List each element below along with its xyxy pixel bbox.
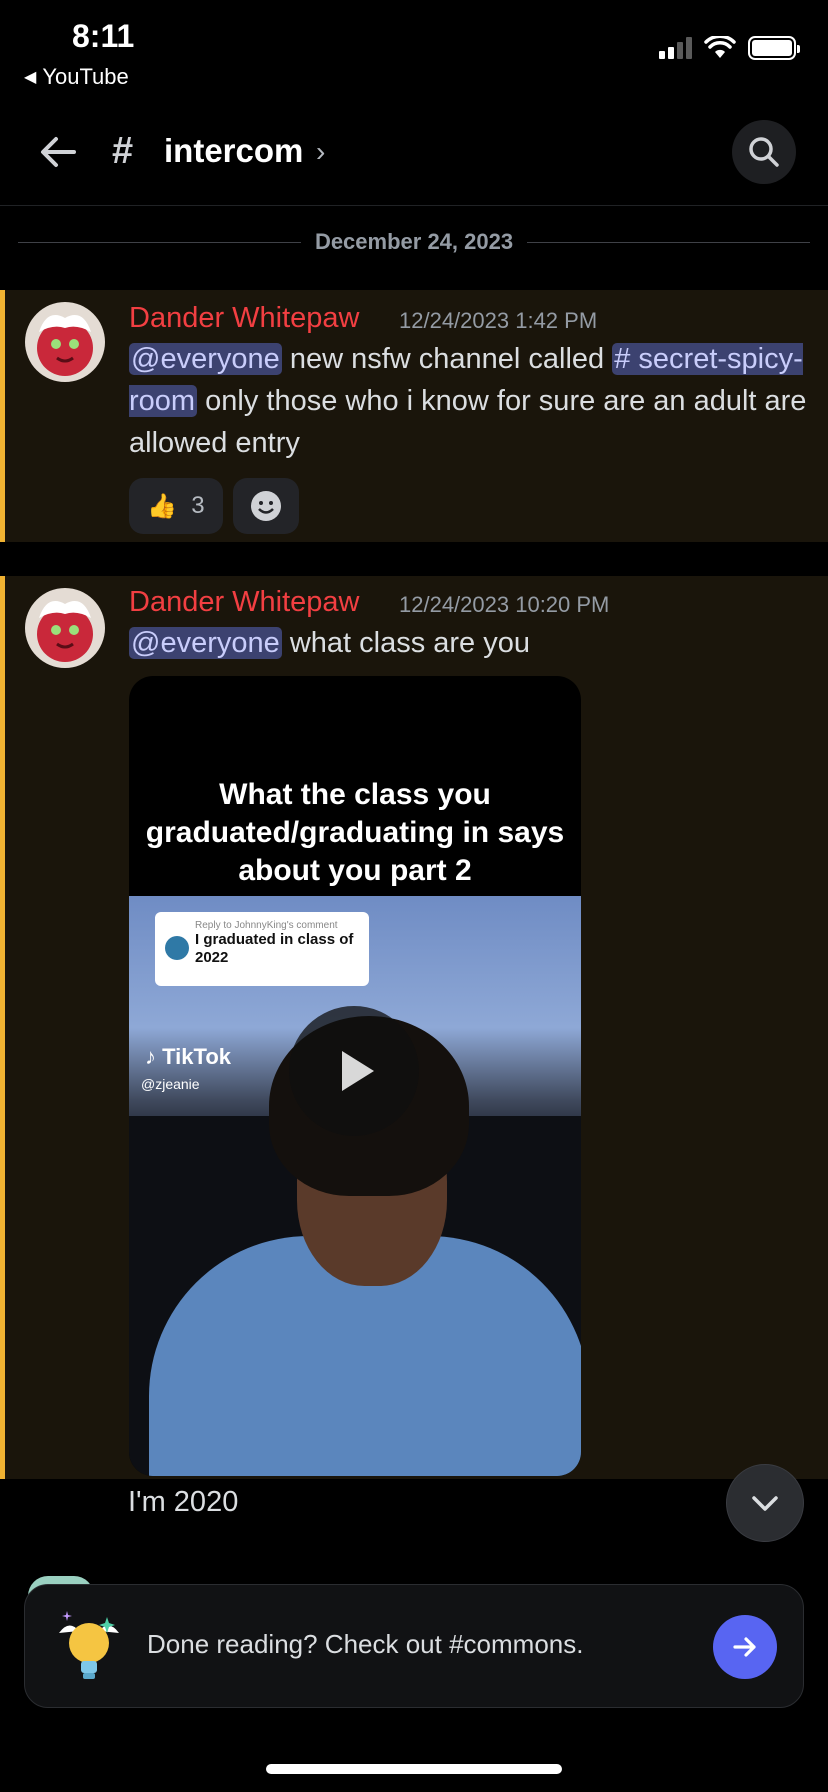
reactions: 👍 3 xyxy=(129,478,299,534)
avatar[interactable] xyxy=(25,302,105,382)
cellular-signal-icon xyxy=(659,37,692,59)
message-timestamp: 12/24/2023 10:20 PM xyxy=(399,592,610,617)
go-to-commons-button[interactable] xyxy=(713,1615,777,1679)
commenter-avatar xyxy=(165,936,189,960)
locked-channel-icon: # xyxy=(112,130,134,172)
status-bar: 8:11 ◀ YouTube xyxy=(0,0,828,100)
search-icon xyxy=(749,137,779,167)
date-divider: December 24, 2023 xyxy=(18,224,811,260)
status-icons xyxy=(659,36,800,60)
tiktok-watermark: ♪ TikTok xyxy=(145,1044,231,1070)
message[interactable]: Dander Whitepaw 12/24/2023 1:42 PM @ever… xyxy=(0,290,828,542)
message-text: what class are you xyxy=(289,627,530,659)
video-embed[interactable]: What the class you graduated/graduating … xyxy=(129,676,581,1476)
video-reply-card: Reply to JohnnyKing's comment I graduate… xyxy=(155,912,369,986)
status-time: 8:11 xyxy=(72,18,135,54)
next-message-text: I'm 2020 xyxy=(128,1486,239,1518)
message-content: @everyone what class are you xyxy=(129,622,809,664)
arrow-right-icon xyxy=(733,1637,756,1657)
video-caption: What the class you graduated/graduating … xyxy=(145,778,565,887)
back-app-label: YouTube xyxy=(42,64,129,89)
message-text: new nsfw channel called xyxy=(289,343,605,375)
tiktok-label: TikTok xyxy=(162,1044,231,1069)
search-button[interactable] xyxy=(732,120,796,184)
channel-name[interactable]: intercom xyxy=(164,132,303,170)
reply-label: Reply to JohnnyKing's comment xyxy=(195,920,338,931)
banner-text: Done reading? Check out #commons. xyxy=(147,1629,584,1659)
smiley-icon xyxy=(251,491,281,521)
message-text: only those who i know for sure are an ad… xyxy=(129,385,807,459)
lightbulb-icon xyxy=(59,1611,119,1679)
reply-text: I graduated in class of 2022 xyxy=(195,931,354,966)
avatar[interactable] xyxy=(25,588,105,668)
play-button[interactable] xyxy=(289,1006,419,1136)
everyone-mention[interactable]: @everyone xyxy=(129,343,282,375)
back-arrow-icon[interactable] xyxy=(36,130,80,174)
reaction-thumbs-up[interactable]: 👍 3 xyxy=(129,478,223,534)
back-triangle-icon: ◀ xyxy=(24,69,37,86)
tiktok-handle: @zjeanie xyxy=(141,1076,200,1092)
reaction-count: 3 xyxy=(191,492,205,519)
message-content: @everyone new nsfw channel called # secr… xyxy=(129,338,809,464)
thumbs-up-icon: 👍 xyxy=(147,492,178,520)
message-author[interactable]: Dander Whitepaw xyxy=(129,302,360,335)
back-to-app-link[interactable]: ◀ YouTube xyxy=(24,64,129,90)
tiktok-note-icon: ♪ xyxy=(145,1044,156,1069)
date-divider-label: December 24, 2023 xyxy=(314,229,514,254)
chevron-right-icon[interactable]: › xyxy=(316,136,325,168)
play-icon xyxy=(342,1051,374,1091)
everyone-mention[interactable]: @everyone xyxy=(129,627,282,659)
message-author[interactable]: Dander Whitepaw xyxy=(129,586,360,619)
commons-banner[interactable]: Done reading? Check out #commons. xyxy=(24,1584,804,1708)
message-timestamp: 12/24/2023 1:42 PM xyxy=(399,308,598,333)
channel-header: # intercom › xyxy=(0,110,828,206)
chevron-down-icon xyxy=(752,1496,778,1511)
message[interactable]: Dander Whitepaw 12/24/2023 10:20 PM @eve… xyxy=(0,576,828,1479)
add-reaction-button[interactable] xyxy=(233,478,299,534)
scroll-to-bottom-button[interactable] xyxy=(726,1464,804,1542)
home-indicator xyxy=(266,1764,562,1774)
battery-icon xyxy=(748,36,800,60)
wifi-icon xyxy=(704,36,736,58)
